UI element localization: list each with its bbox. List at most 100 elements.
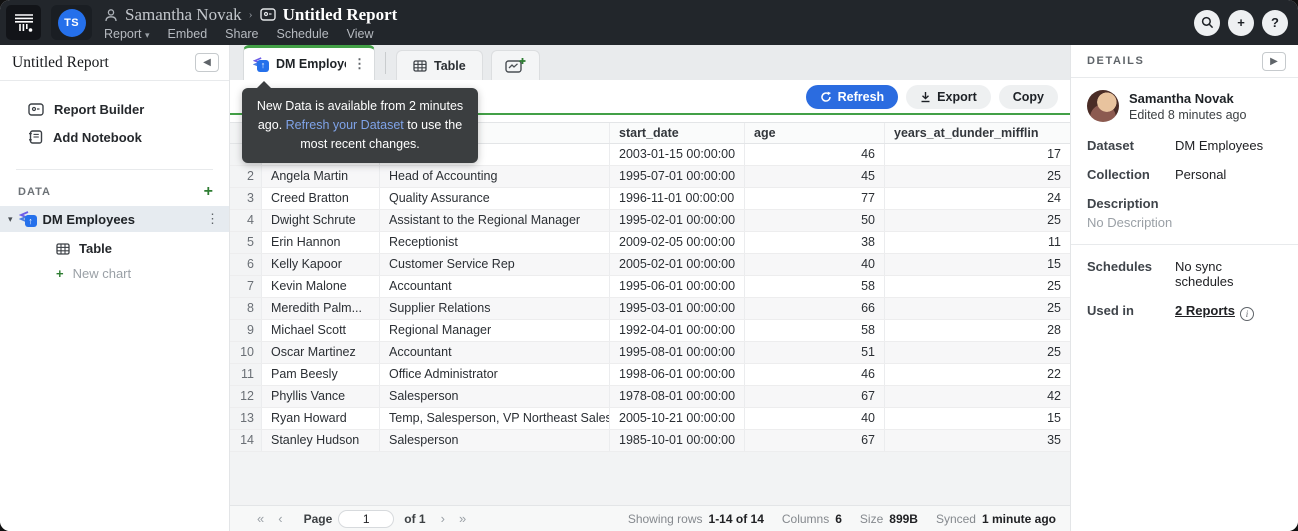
tab-divider: [385, 52, 386, 74]
menu-view[interactable]: View: [347, 27, 374, 41]
app-logo[interactable]: [6, 5, 41, 40]
prev-page-button[interactable]: ‹: [278, 511, 282, 526]
menu-report[interactable]: Report ▾: [104, 27, 150, 41]
add-button[interactable]: +: [1228, 10, 1254, 36]
refresh-button[interactable]: Refresh: [806, 85, 899, 109]
table-cell: 2009-02-05 00:00:00: [610, 232, 745, 253]
table-cell: 1992-04-01 00:00:00: [610, 320, 745, 341]
schedules-value: No sync schedules: [1175, 259, 1282, 289]
table-row[interactable]: 4Dwight SchruteAssistant to the Regional…: [230, 210, 1070, 232]
details-collapse-button[interactable]: ▶: [1262, 52, 1286, 71]
menu-share[interactable]: Share: [225, 27, 258, 41]
table-cell: 1978-08-01 00:00:00: [610, 386, 745, 407]
topbar-menu: Report ▾ Embed Share Schedule View: [104, 27, 397, 41]
sidebar: Untitled Report ◀ Report Builder: [0, 45, 230, 531]
table-cell: 40: [745, 254, 885, 275]
last-page-button[interactable]: »: [459, 511, 466, 526]
sidebar-item-add-notebook[interactable]: Add Notebook: [0, 123, 229, 151]
table-cell: Accountant: [380, 342, 610, 363]
table-row[interactable]: 12Phyllis VanceSalesperson1978-08-01 00:…: [230, 386, 1070, 408]
breadcrumb-user[interactable]: Samantha Novak: [125, 5, 242, 25]
next-page-button[interactable]: ›: [441, 511, 445, 526]
table-cell: Supplier Relations: [380, 298, 610, 319]
chevron-down-icon[interactable]: ▾: [8, 214, 13, 225]
menu-schedule[interactable]: Schedule: [277, 27, 329, 41]
dataset-value: DM Employees: [1175, 138, 1263, 153]
table-row[interactable]: 2Angela MartinHead of Accounting1995-07-…: [230, 166, 1070, 188]
menu-embed[interactable]: Embed: [168, 27, 208, 41]
table-row[interactable]: 13Ryan HowardTemp, Salesperson, VP North…: [230, 408, 1070, 430]
table-cell: 45: [745, 166, 885, 187]
table-cell: Salesperson: [380, 386, 610, 407]
info-icon[interactable]: i: [1240, 307, 1254, 321]
add-data-button[interactable]: +: [204, 184, 213, 200]
sidebar-collapse-button[interactable]: ◀: [195, 53, 219, 72]
stat-columns: Columns6: [782, 512, 842, 526]
sidebar-item-table[interactable]: Table: [0, 236, 229, 261]
dataset-refresh-badge: ↑: [257, 60, 269, 72]
search-icon: [1201, 16, 1214, 29]
edited-timestamp: Edited 8 minutes ago: [1129, 108, 1246, 122]
table-row[interactable]: 6Kelly KapoorCustomer Service Rep2005-02…: [230, 254, 1070, 276]
row-number-cell: 12: [230, 386, 262, 407]
table-cell: 66: [745, 298, 885, 319]
table-cell: Kevin Malone: [262, 276, 380, 297]
column-header-age[interactable]: age: [745, 123, 885, 143]
table-cell: Meredith Palm...: [262, 298, 380, 319]
table-cell: 1995-02-01 00:00:00: [610, 210, 745, 231]
table-row[interactable]: 9Michael ScottRegional Manager1992-04-01…: [230, 320, 1070, 342]
page-of-label: of 1: [404, 512, 425, 526]
owner-avatar: [1087, 90, 1119, 122]
notebook-icon: [28, 130, 43, 144]
sidebar-item-new-chart[interactable]: + New chart: [0, 261, 229, 286]
table-row[interactable]: 5Erin HannonReceptionist2009-02-05 00:00…: [230, 232, 1070, 254]
sidebar-item-report-builder[interactable]: Report Builder: [0, 95, 229, 123]
kebab-menu-icon[interactable]: ⋮: [206, 211, 219, 227]
copy-button[interactable]: Copy: [999, 85, 1058, 109]
top-bar: TS Samantha Novak › Untitled Report Repo…: [0, 0, 1298, 45]
table-cell: 2003-01-15 00:00:00: [610, 144, 745, 165]
tab-table[interactable]: Table: [396, 50, 483, 80]
kebab-menu-icon[interactable]: ⋮: [353, 56, 366, 72]
chart-plus-icon: [505, 57, 526, 74]
tab-new-chart[interactable]: [491, 50, 540, 80]
refresh-dataset-link[interactable]: Refresh your Dataset: [286, 118, 404, 132]
search-button[interactable]: [1194, 10, 1220, 36]
export-button[interactable]: Export: [906, 85, 991, 109]
first-page-button[interactable]: «: [257, 511, 264, 526]
table-cell: Erin Hannon: [262, 232, 380, 253]
row-number-cell: 7: [230, 276, 262, 297]
data-section-label: DATA: [18, 186, 51, 198]
table-cell: 35: [885, 430, 1070, 451]
column-header-start-date[interactable]: start_date: [610, 123, 745, 143]
table-row[interactable]: 7Kevin MaloneAccountant1995-06-01 00:00:…: [230, 276, 1070, 298]
column-header-years[interactable]: years_at_dunder_mifflin: [885, 123, 1070, 143]
tab-dm-employees[interactable]: ↑ DM Employe... ⋮: [243, 45, 375, 80]
table-row[interactable]: 3Creed BrattonQuality Assurance1996-11-0…: [230, 188, 1070, 210]
page-number-input[interactable]: [338, 510, 394, 528]
sidebar-dataset-dm-employees[interactable]: ▾ ↑ DM Employees ⋮: [0, 206, 229, 232]
table-cell: 40: [745, 408, 885, 429]
stat-size: Size899B: [860, 512, 918, 526]
table-row[interactable]: 14Stanley HudsonSalesperson1985-10-01 00…: [230, 430, 1070, 452]
report-icon: [260, 8, 276, 21]
breadcrumb-report-title[interactable]: Untitled Report: [283, 5, 398, 25]
table-cell: 28: [885, 320, 1070, 341]
app-window: TS Samantha Novak › Untitled Report Repo…: [0, 0, 1298, 531]
table-row[interactable]: 8Meredith Palm...Supplier Relations1995-…: [230, 298, 1070, 320]
sidebar-item-label: New chart: [73, 266, 132, 281]
sidebar-nav: Report Builder Add Notebook: [0, 81, 229, 161]
table-row[interactable]: 10Oscar MartinezAccountant1995-08-01 00:…: [230, 342, 1070, 364]
data-table: start_date age years_at_dunder_mifflin 1…: [230, 122, 1070, 452]
table-cell: 58: [745, 320, 885, 341]
row-number-cell: 2: [230, 166, 262, 187]
user-avatar-button[interactable]: TS: [51, 5, 92, 40]
row-number-cell: 4: [230, 210, 262, 231]
table-cell: 46: [745, 144, 885, 165]
row-number-cell: 13: [230, 408, 262, 429]
help-button[interactable]: ?: [1262, 10, 1288, 36]
table-cell: 25: [885, 166, 1070, 187]
used-in-reports-link[interactable]: 2 Reports: [1175, 303, 1235, 318]
table-row[interactable]: 11Pam BeeslyOffice Administrator1998-06-…: [230, 364, 1070, 386]
collection-label: Collection: [1087, 167, 1175, 182]
